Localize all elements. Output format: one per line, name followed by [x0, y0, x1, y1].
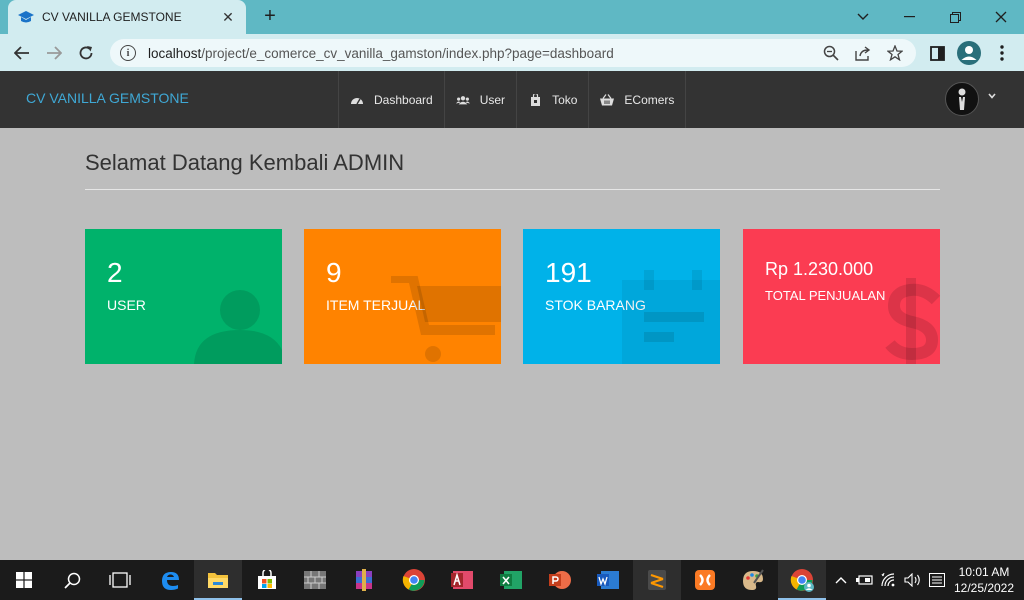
chrome-icon[interactable]: [390, 560, 438, 600]
main-menu: Dashboard User Toko EComers: [338, 71, 687, 128]
profile-icon[interactable]: [956, 40, 982, 66]
stat-label: TOTAL PENJUALAN: [765, 288, 886, 303]
windows-taskbar: 10:01 AM 12/25/2022: [0, 560, 1024, 600]
chrome-running-icon[interactable]: [778, 560, 826, 600]
avatar[interactable]: [945, 82, 979, 116]
stat-card-stok-barang[interactable]: 191 STOK BARANG: [523, 229, 720, 364]
excel-icon[interactable]: [487, 560, 535, 600]
menu-item-toko[interactable]: Toko: [516, 71, 588, 128]
back-button[interactable]: [9, 40, 35, 66]
tray-overflow-chevron-icon[interactable]: [832, 560, 850, 600]
stat-value: Rp 1.230.000: [765, 259, 874, 279]
stat-value: 2: [107, 257, 123, 288]
graduation-cap-icon: [18, 9, 34, 25]
browser-tab[interactable]: CV VANILLA GEMSTONE ✕: [8, 0, 246, 34]
share-icon[interactable]: [852, 43, 874, 63]
reload-button[interactable]: [73, 40, 99, 66]
stat-value: 9: [326, 257, 342, 288]
store-icon: [528, 93, 542, 106]
firewall-app-icon[interactable]: [291, 560, 339, 600]
stat-card-item-terjual[interactable]: 9 ITEM TERJUAL: [304, 229, 501, 364]
kebab-menu-icon[interactable]: [989, 40, 1015, 66]
stat-value: 191: [545, 257, 592, 288]
sublime-text-icon[interactable]: [633, 560, 681, 600]
basket-icon: [600, 93, 615, 106]
menu-item-user[interactable]: User: [443, 71, 516, 128]
new-tab-button[interactable]: +: [258, 5, 282, 29]
dollar-icon: [885, 278, 940, 364]
chevron-down-icon[interactable]: [988, 91, 996, 102]
taskbar-clock[interactable]: 10:01 AM 12/25/2022: [950, 564, 1018, 596]
wifi-icon[interactable]: [878, 560, 900, 600]
address-bar[interactable]: i localhost/project/e_comerce_cv_vanilla…: [110, 39, 916, 67]
forward-button[interactable]: [41, 40, 67, 66]
bookmark-star-icon[interactable]: [884, 43, 906, 63]
brand-link[interactable]: CV VANILLA GEMSTONE: [26, 90, 189, 106]
close-tab-icon[interactable]: ✕: [220, 9, 236, 26]
stat-card-user[interactable]: 2 USER: [85, 229, 282, 364]
menu-item-label: Dashboard: [374, 92, 433, 107]
battery-icon[interactable]: [854, 560, 876, 600]
app-navbar: CV VANILLA GEMSTONE Dashboard User Toko …: [0, 71, 1024, 128]
menu-item-dashboard[interactable]: Dashboard: [338, 71, 444, 128]
close-window-button[interactable]: [978, 0, 1024, 34]
address-url[interactable]: localhost/project/e_comerce_cv_vanilla_g…: [148, 46, 810, 61]
browser-toolbar: i localhost/project/e_comerce_cv_vanilla…: [0, 34, 1024, 71]
menu-item-label: Toko: [552, 92, 578, 107]
page-title: Selamat Datang Kembali ADMIN: [85, 150, 405, 175]
menu-item-label: User: [479, 92, 506, 107]
stat-label: USER: [107, 297, 146, 313]
browser-tabstrip: CV VANILLA GEMSTONE ✕ +: [0, 0, 1024, 34]
powerpoint-icon[interactable]: [536, 560, 584, 600]
url-host: localhost: [148, 45, 202, 61]
restore-button[interactable]: [932, 0, 978, 34]
stat-card-total-penjualan[interactable]: Rp 1.230.000 TOTAL PENJUALAN: [743, 229, 940, 364]
access-icon[interactable]: [438, 560, 486, 600]
winrar-icon[interactable]: [340, 560, 388, 600]
title-divider: [85, 189, 940, 190]
dashboard-icon: [350, 94, 364, 106]
site-info-icon[interactable]: i: [120, 45, 136, 61]
volume-icon[interactable]: [902, 560, 924, 600]
file-explorer-icon[interactable]: [194, 560, 242, 600]
cart-icon: [391, 276, 501, 362]
users-icon: [455, 94, 470, 106]
browser-tab-title: CV VANILLA GEMSTONE: [42, 10, 182, 24]
minimize-button[interactable]: [886, 0, 932, 34]
paint-icon[interactable]: [729, 560, 777, 600]
tab-search-chevron-icon[interactable]: [840, 0, 886, 34]
user-icon: [194, 290, 282, 364]
word-icon[interactable]: [584, 560, 632, 600]
zoom-icon[interactable]: [820, 43, 842, 63]
menu-item-label: EComers: [624, 92, 675, 107]
keyboard-ime-icon[interactable]: [926, 560, 948, 600]
task-view-icon[interactable]: [96, 560, 144, 600]
edge-icon[interactable]: [146, 560, 194, 600]
store-app-icon[interactable]: [243, 560, 291, 600]
side-panel-icon[interactable]: [924, 40, 950, 66]
xampp-icon[interactable]: [681, 560, 729, 600]
clock-date: 12/25/2022: [953, 581, 1015, 595]
menu-item-ecomers[interactable]: EComers: [588, 71, 687, 128]
clock-time: 10:01 AM: [958, 565, 1010, 579]
url-path: /project/e_comerce_cv_vanilla_gamston/in…: [201, 45, 614, 61]
calendar-icon: [622, 270, 720, 364]
start-button[interactable]: [0, 560, 48, 600]
search-icon[interactable]: [48, 560, 96, 600]
